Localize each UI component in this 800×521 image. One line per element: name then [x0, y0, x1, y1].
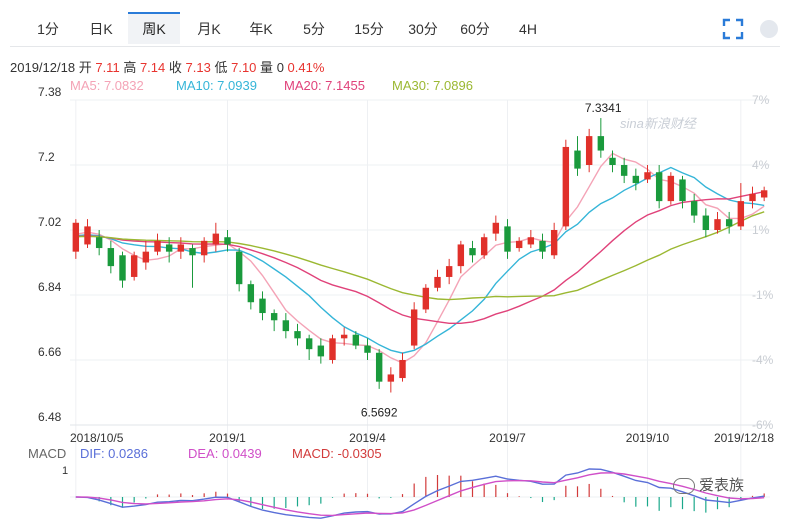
- candlestick-series: [72, 118, 768, 393]
- candle-body: [679, 179, 686, 202]
- candle-body: [655, 172, 663, 202]
- candle-body: [725, 219, 733, 227]
- ma-line: [75, 191, 765, 324]
- candle-body: [352, 334, 360, 346]
- pct-tick-label: 4%: [752, 158, 770, 172]
- macd-title: MACD: [28, 446, 67, 461]
- candle-body: [597, 136, 605, 151]
- candle-body: [399, 360, 406, 379]
- candle-body: [515, 240, 523, 249]
- candle-body: [282, 320, 290, 332]
- candle-body: [189, 248, 196, 256]
- candle-body: [305, 338, 313, 350]
- candle-body: [480, 237, 488, 256]
- x-tick-label: 2019/12/18: [714, 431, 774, 445]
- candle-body: [690, 201, 698, 216]
- candle-body: [235, 251, 243, 285]
- candle-body: [387, 374, 395, 382]
- x-tick-label: 2019/10: [626, 431, 670, 445]
- wechat-icon: [673, 478, 695, 495]
- watermark: sina新浪财经: [620, 116, 696, 131]
- candle-body: [632, 175, 640, 184]
- macd-panel: 1: [62, 465, 770, 519]
- y-tick-label: 7.02: [38, 215, 62, 229]
- candle-body: [200, 240, 208, 256]
- candle-body: [737, 201, 745, 227]
- candle-body: [457, 244, 465, 267]
- x-tick-label: 2019/1: [209, 431, 246, 445]
- macd-axis-label: 1: [62, 465, 68, 477]
- dif-legend: DIF: 0.0286: [80, 446, 148, 461]
- pct-tick-label: -4%: [752, 353, 774, 367]
- y-tick-label: 6.66: [38, 345, 62, 359]
- ma-line: [75, 211, 765, 301]
- candle-body: [609, 157, 616, 165]
- candle-body: [562, 146, 570, 227]
- candle-body: [422, 287, 430, 310]
- pct-tick-label: 7%: [752, 93, 770, 107]
- candle-body: [177, 244, 185, 252]
- macd-value-legend: MACD: -0.0305: [292, 446, 382, 461]
- axis-labels: 7.387%7.24%7.021%6.84-1%6.66-4%6.48-6%20…: [38, 85, 774, 445]
- candle-body: [714, 219, 721, 230]
- candle-body: [317, 345, 325, 357]
- x-tick-label: 2019/7: [489, 431, 526, 445]
- dea-line: [75, 472, 765, 517]
- dea-legend: DEA: 0.0439: [188, 446, 262, 461]
- candle-body: [702, 215, 710, 230]
- max-price-label: 7.3341: [585, 101, 622, 115]
- candle-body: [527, 237, 535, 245]
- candle-body: [247, 284, 255, 303]
- candle-body: [119, 255, 126, 281]
- candle-body: [469, 248, 476, 256]
- y-tick-label: 6.48: [38, 410, 62, 424]
- candle-body: [539, 240, 546, 252]
- y-tick-label: 6.84: [38, 280, 62, 294]
- candle-body: [375, 352, 383, 382]
- candle-body: [550, 230, 558, 256]
- pct-tick-label: -1%: [752, 288, 774, 302]
- candle-body: [95, 237, 103, 249]
- dif-line: [75, 468, 765, 519]
- candle-body: [574, 150, 581, 169]
- candle-body: [142, 251, 150, 263]
- candle-body: [434, 276, 441, 288]
- candle-body: [154, 240, 161, 252]
- candle-body: [667, 175, 675, 202]
- y-tick-label: 7.2: [38, 150, 55, 164]
- candle-body: [585, 136, 593, 165]
- candle-body: [340, 334, 348, 339]
- pct-tick-label: 1%: [752, 223, 770, 237]
- pct-tick-label: -6%: [752, 418, 774, 432]
- candle-body: [329, 338, 336, 360]
- candle-body: [72, 222, 80, 252]
- candle-body: [620, 165, 628, 176]
- candle-body: [445, 266, 453, 277]
- candle-body: [364, 345, 371, 353]
- min-price-label: 6.5692: [361, 406, 398, 420]
- candle-body: [130, 255, 138, 277]
- kline-chart: 1 7.38 7% 7.2 4% 7.02 1% 6.84 -1% 6.66 -4% 6.48 -6%…: [38, 85, 774, 519]
- candle-body: [749, 193, 756, 202]
- y-tick-label: 7.38: [38, 85, 62, 99]
- candle-body: [165, 244, 173, 252]
- x-tick-label: 2018/10/5: [70, 431, 124, 445]
- candle-body: [212, 233, 220, 245]
- x-tick-label: 2019/4: [349, 431, 386, 445]
- candle-body: [492, 222, 500, 234]
- candle-body: [270, 313, 278, 321]
- candle-body: [760, 190, 768, 198]
- candle-body: [504, 226, 511, 252]
- candle-body: [294, 331, 301, 339]
- badge-text: 爱表族: [699, 477, 745, 494]
- source-badge: 爱表族: [673, 474, 744, 498]
- candle-body: [107, 248, 115, 267]
- candle-body: [259, 298, 266, 314]
- candle-body: [224, 237, 231, 245]
- candle-body: [84, 226, 91, 245]
- candle-body: [644, 172, 651, 180]
- candle-body: [410, 309, 418, 346]
